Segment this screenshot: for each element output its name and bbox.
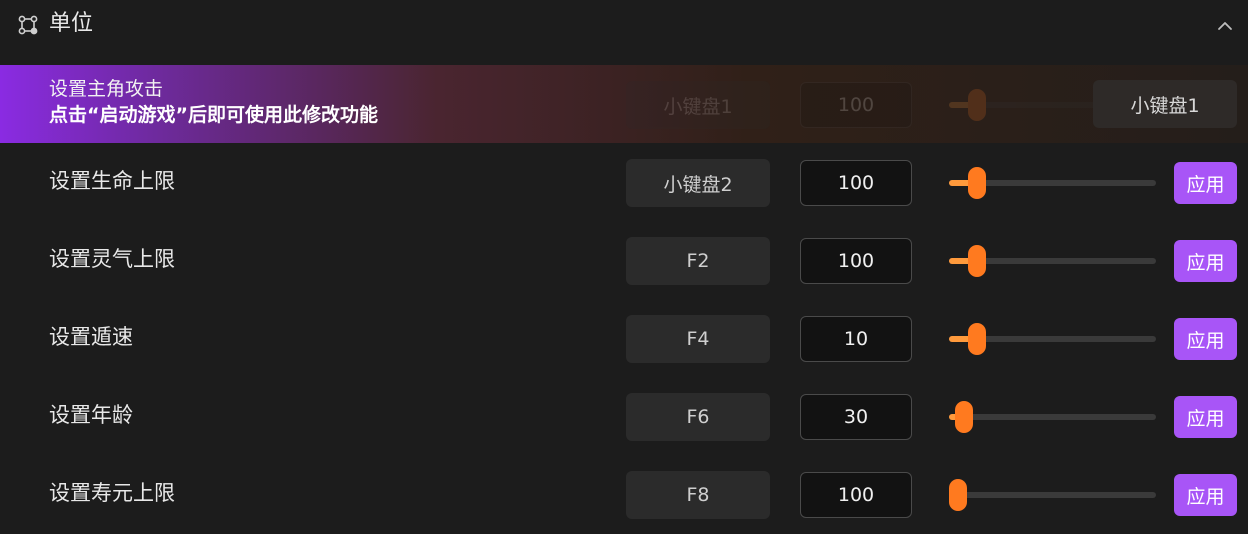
apply-button[interactable]: 应用 (1174, 474, 1237, 516)
setting-label: 设置生命上限 (49, 169, 175, 193)
slider-thumb[interactable] (949, 479, 967, 511)
setting-label: 设置遁速 (49, 325, 133, 349)
section-title: 单位 (49, 11, 94, 36)
hotkey-button[interactable]: F2 (626, 237, 770, 285)
setting-row-max-lifespan: 设置寿元上限 F8 100 应用 (0, 455, 1248, 533)
value-slider[interactable] (949, 245, 1156, 277)
hotkey-button[interactable]: F6 (626, 393, 770, 441)
value-input[interactable]: 100 (800, 472, 912, 518)
section-header[interactable]: 单位 (0, 0, 1248, 50)
slider-thumb[interactable] (955, 401, 974, 433)
units-panel: 单位 设置主角攻击 点击“启动游戏”后即可使用此修改功能 小键盘1 100 小键… (0, 0, 1248, 534)
value-input[interactable]: 100 (800, 238, 912, 284)
value-slider[interactable] (949, 167, 1156, 199)
slider-thumb[interactable] (967, 167, 986, 199)
setting-label: 设置寿元上限 (49, 481, 175, 505)
slider-thumb[interactable] (967, 89, 986, 121)
value-input[interactable]: 30 (800, 394, 912, 440)
value-input[interactable]: 10 (800, 316, 912, 362)
value-slider[interactable] (949, 401, 1156, 433)
hotkey-button[interactable]: 小键盘2 (626, 159, 770, 207)
value-slider[interactable] (949, 479, 1156, 511)
apply-button[interactable]: 应用 (1174, 240, 1237, 282)
chevron-up-icon[interactable] (1215, 16, 1235, 36)
setting-row-escape-speed: 设置遁速 F4 10 应用 (0, 299, 1248, 377)
slider-thumb[interactable] (967, 323, 986, 355)
setting-row-max-health: 设置生命上限 小键盘2 100 应用 (0, 143, 1248, 221)
apply-button[interactable]: 应用 (1174, 318, 1237, 360)
setting-label: 设置灵气上限 (49, 247, 175, 271)
setting-label: 设置年龄 (49, 403, 133, 427)
apply-button[interactable]: 应用 (1174, 396, 1237, 438)
setting-row-max-spirit: 设置灵气上限 F2 100 应用 (0, 221, 1248, 299)
value-input[interactable]: 100 (800, 82, 912, 128)
hotkey-button[interactable]: F8 (626, 471, 770, 519)
setting-label: 设置主角攻击 (49, 78, 164, 100)
hotkey-button[interactable]: F4 (626, 315, 770, 363)
apply-button[interactable]: 应用 (1174, 162, 1237, 204)
value-input[interactable]: 100 (800, 160, 912, 206)
units-icon (18, 15, 38, 35)
slider-thumb[interactable] (967, 245, 986, 277)
hotkey-display-button[interactable]: 小键盘1 (1093, 80, 1237, 128)
setting-row-attack: 设置主角攻击 点击“启动游戏”后即可使用此修改功能 小键盘1 100 小键盘1 (0, 65, 1248, 143)
value-slider[interactable] (949, 323, 1156, 355)
hotkey-button[interactable]: 小键盘1 (626, 81, 770, 129)
launch-hint: 点击“启动游戏”后即可使用此修改功能 (49, 104, 378, 126)
setting-row-age: 设置年龄 F6 30 应用 (0, 377, 1248, 455)
